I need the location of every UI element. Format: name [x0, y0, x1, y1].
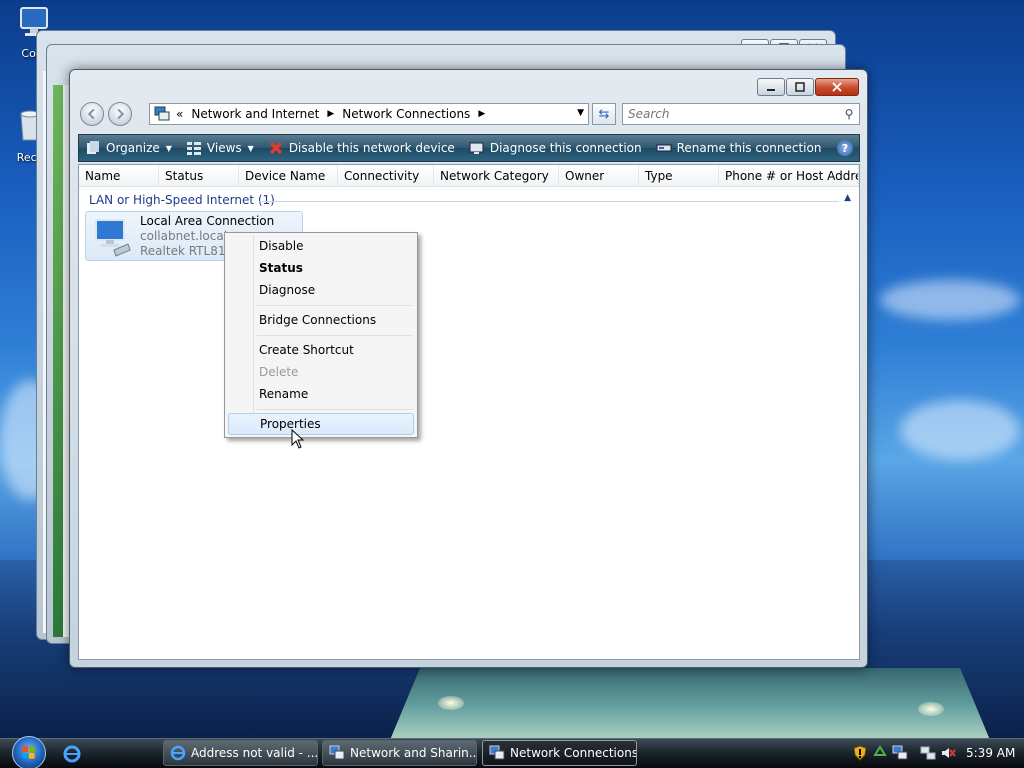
menu-separator — [257, 409, 413, 410]
maximize-button[interactable] — [786, 78, 814, 96]
cloud — [880, 280, 1020, 320]
column-header-type[interactable]: Type — [639, 165, 719, 187]
breadcrumb-network-connections[interactable]: Network Connections ▶ — [342, 107, 485, 121]
search-input[interactable] — [623, 107, 839, 121]
disable-device-button[interactable]: Disable this network device — [268, 140, 455, 156]
menu-item-disable[interactable]: Disable — [228, 235, 414, 257]
help-button[interactable]: ? — [837, 140, 853, 156]
taskbar-item-network-connections[interactable]: Network Connections — [482, 740, 637, 766]
context-menu: Disable Status Diagnose Bridge Connectio… — [224, 232, 418, 438]
column-header-device-name[interactable]: Device Name — [239, 165, 338, 187]
column-header-phone-host[interactable]: Phone # or Host Addre... — [719, 165, 859, 187]
column-header-status[interactable]: Status — [159, 165, 239, 187]
menu-item-status[interactable]: Status — [228, 257, 414, 279]
collapse-group-icon[interactable]: ▲ — [844, 193, 851, 203]
diagnose-icon — [469, 142, 484, 154]
network-and-sharing-icon — [329, 745, 345, 760]
back-button[interactable] — [80, 102, 104, 126]
volume-muted-icon[interactable] — [940, 745, 956, 761]
network-tray-icon[interactable] — [892, 745, 908, 761]
breadcrumb-arrow-icon[interactable]: ▶ — [327, 109, 334, 119]
diagnose-connection-button[interactable]: Diagnose this connection — [469, 140, 642, 156]
group-divider — [259, 201, 839, 202]
network-connections-icon — [154, 106, 170, 121]
red-x-icon — [269, 141, 283, 155]
network-connections-icon — [489, 745, 505, 760]
cloud — [900, 400, 1020, 460]
internet-explorer-quick-launch-icon[interactable] — [62, 744, 82, 764]
organize-icon — [87, 141, 99, 154]
close-button[interactable] — [815, 78, 859, 96]
system-tray: 5:39 AM — [852, 740, 1024, 766]
minimize-icon — [767, 89, 775, 91]
forward-button[interactable] — [108, 102, 132, 126]
menu-item-delete[interactable]: Delete — [228, 361, 414, 383]
rename-icon — [656, 144, 672, 152]
connection-name: Local Area Connection — [140, 214, 275, 228]
green-sidebar — [53, 85, 63, 637]
column-header-name[interactable]: Name — [79, 165, 159, 187]
menu-separator — [257, 305, 413, 306]
network-adapter-icon — [95, 219, 131, 257]
menu-item-create-shortcut[interactable]: Create Shortcut — [228, 339, 414, 361]
start-button[interactable] — [8, 736, 52, 768]
column-header-network-category[interactable]: Network Category — [434, 165, 559, 187]
security-shield-icon[interactable] — [852, 745, 868, 761]
breadcrumb-network-and-internet[interactable]: Network and Internet ▶ — [191, 107, 334, 121]
menu-item-rename[interactable]: Rename — [228, 383, 414, 405]
address-dropdown-icon[interactable]: ▼ — [577, 108, 584, 118]
minimize-button[interactable] — [757, 78, 785, 96]
organize-button[interactable]: Organize ▼ — [85, 140, 172, 156]
navigation-bar: « Network and Internet ▶ Network Connecti… — [78, 100, 860, 128]
command-toolbar: Organize ▼ Views ▼ Disable this network de… — [78, 134, 860, 162]
breadcrumb-arrow-icon[interactable]: ▶ — [478, 109, 485, 119]
network-connections-window[interactable]: « Network and Internet ▶ Network Connecti… — [69, 69, 868, 668]
windows-logo-icon — [22, 746, 35, 759]
network-status-icon[interactable] — [920, 745, 936, 761]
back-arrow-icon — [87, 108, 95, 120]
caption-buttons — [757, 78, 859, 96]
menu-separator — [257, 335, 413, 336]
recycle-arrows-icon[interactable] — [872, 745, 888, 761]
breadcrumb-overflow[interactable]: « — [176, 107, 183, 121]
menu-item-diagnose[interactable]: Diagnose — [228, 279, 414, 301]
pier-light — [438, 696, 464, 710]
maximize-icon — [795, 82, 805, 92]
help-icon: ? — [841, 141, 849, 155]
clock[interactable]: 5:39 AM — [966, 746, 1015, 760]
views-button[interactable]: Views ▼ — [186, 140, 254, 156]
chevron-down-icon: ▼ — [247, 143, 254, 153]
internet-explorer-icon — [170, 745, 186, 761]
windows-orb-icon — [12, 736, 46, 768]
group-header[interactable]: LAN or High-Speed Internet (1) — [89, 193, 275, 207]
close-icon — [832, 82, 842, 92]
address-bar[interactable]: « Network and Internet ▶ Network Connecti… — [149, 103, 589, 125]
mouse-cursor-icon — [291, 429, 305, 449]
menu-item-bridge-connections[interactable]: Bridge Connections — [228, 309, 414, 331]
taskbar-item-network-and-sharing[interactable]: Network and Sharin... — [322, 740, 477, 766]
taskbar-item-address-not-valid[interactable]: Address not valid - ... — [163, 740, 318, 766]
search-box[interactable]: ⚲ — [622, 103, 860, 125]
chevron-down-icon: ▼ — [165, 143, 172, 153]
column-header-row: Name Status Device Name Connectivity Net… — [79, 165, 859, 187]
refresh-icon: ⇆ — [598, 106, 610, 122]
views-icon — [186, 142, 201, 155]
forward-arrow-icon — [117, 108, 125, 120]
menu-item-properties[interactable]: Properties — [228, 413, 414, 435]
desktop-pier — [390, 668, 990, 740]
refresh-button[interactable]: ⇆ — [592, 103, 616, 125]
search-icon[interactable]: ⚲ — [839, 107, 859, 121]
column-header-connectivity[interactable]: Connectivity — [338, 165, 434, 187]
column-header-owner[interactable]: Owner — [559, 165, 639, 187]
pier-light — [918, 702, 944, 716]
connection-network: collabnet.local — [140, 229, 228, 243]
connections-list-view[interactable]: Name Status Device Name Connectivity Net… — [78, 164, 860, 660]
rename-connection-button[interactable]: Rename this connection — [656, 140, 821, 156]
